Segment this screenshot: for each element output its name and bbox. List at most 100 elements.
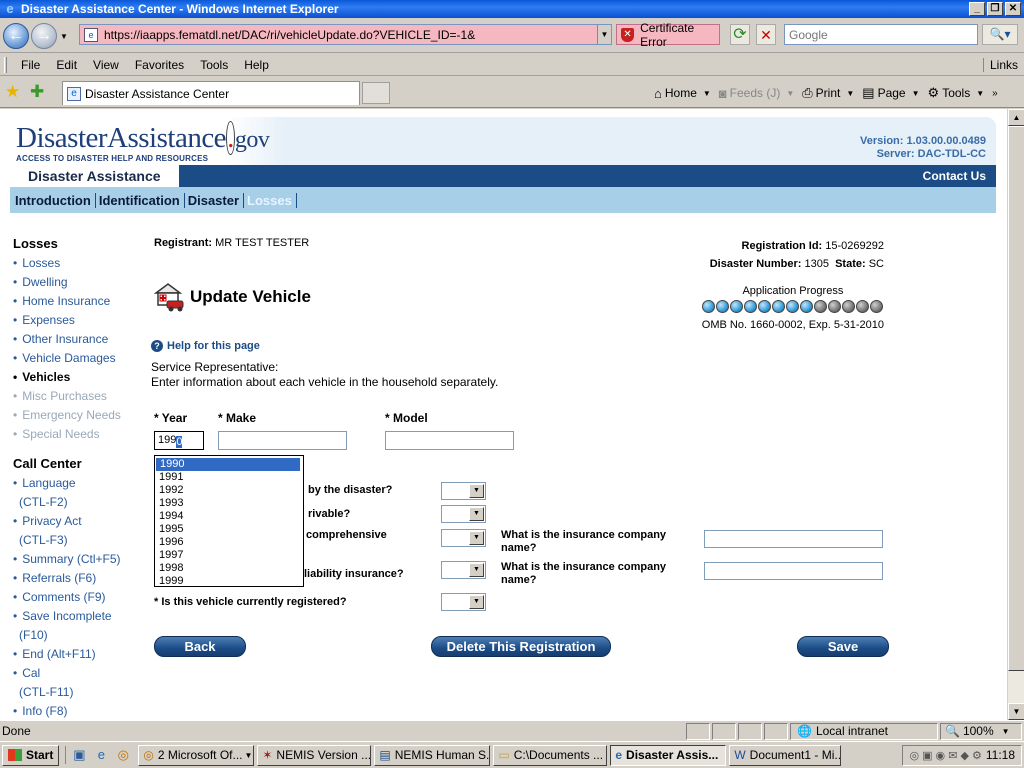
taskbar-item[interactable]: ▭ C:\Documents ... [493,744,608,766]
new-tab-button[interactable] [362,82,390,104]
step-losses[interactable]: Losses [247,192,297,208]
back-button[interactable]: Back [154,636,246,657]
call-center-shortcut[interactable]: (CTL-F3) [13,533,141,552]
chevron-down-icon[interactable]: ▼ [703,89,711,98]
history-dropdown-icon[interactable]: ▼ [60,32,68,41]
scroll-down-button[interactable]: ▼ [1008,703,1024,720]
security-zone[interactable]: 🌐 Local intranet [790,722,938,740]
taskbar-item[interactable]: W Document1 - Mi... [729,744,842,766]
make-input[interactable] [218,431,347,450]
call-center-nav-item[interactable]: • Privacy Act [13,514,141,533]
call-center-nav-item[interactable]: • Language [13,476,141,495]
call-center-nav-item[interactable]: • Save Incomplete [13,609,141,628]
registered-select[interactable]: ▼ [441,593,486,611]
delete-registration-button[interactable]: Delete This Registration [431,636,611,657]
help-link[interactable]: ? Help for this page [151,340,260,352]
step-identification[interactable]: Identification [99,192,185,208]
menu-edit[interactable]: Edit [48,58,85,72]
stop-button[interactable]: ✕ [756,24,776,45]
more-chevron-button[interactable]: » [988,83,1002,103]
call-center-shortcut[interactable]: (F10) [13,628,141,647]
back-nav-button[interactable]: ← [3,23,29,49]
model-input[interactable] [385,431,514,450]
call-center-nav-item[interactable]: • Info (F8) [13,704,141,720]
menu-file[interactable]: File [13,58,48,72]
call-center-nav-item[interactable]: • End (Alt+F11) [13,647,141,666]
clock[interactable]: 11:18 [986,748,1015,762]
year-combobox[interactable]: 1990 [154,431,204,450]
zoom-control[interactable]: 🔍 100% ▼ [940,722,1022,740]
liability-insurance-company-input[interactable] [704,562,883,580]
year-option[interactable]: 1992 [155,484,303,497]
ie-icon[interactable]: e [92,746,110,764]
outlook-icon[interactable]: ◎ [114,746,132,764]
chevron-down-icon[interactable]: ▼ [786,89,794,98]
losses-nav-item[interactable]: • Other Insurance [13,332,141,351]
taskbar-item-active[interactable]: e Disaster Assis... [610,744,727,766]
step-disaster[interactable]: Disaster [188,192,245,208]
year-option[interactable]: 1998 [155,562,303,575]
certificate-error-button[interactable]: ✕ Certificate Error [616,21,720,49]
page-menu-button[interactable]: ▤ Page ▼ [858,83,923,103]
step-introduction[interactable]: Introduction [15,192,96,208]
call-center-nav-item[interactable]: • Comments (F9) [13,590,141,609]
add-favorite-icon[interactable]: ✚ [30,83,44,101]
menu-favorites[interactable]: Favorites [127,58,192,72]
start-button[interactable]: Start [2,744,60,766]
year-option[interactable]: 1995 [155,523,303,536]
liability-select[interactable]: ▼ [441,561,486,579]
minimize-button[interactable]: _ [969,2,985,16]
call-center-shortcut[interactable]: (CTL-F11) [13,685,141,704]
year-option[interactable]: 1999 [155,575,303,588]
menu-view[interactable]: View [85,58,127,72]
taskbar-item[interactable]: ◎ 2 Microsoft Of... ▼ [138,744,255,766]
maximize-button[interactable]: ❐ [987,2,1003,16]
comprehensive-insurance-company-input[interactable] [704,530,883,548]
losses-nav-item[interactable]: • Losses [13,256,141,275]
year-option[interactable]: 1997 [155,549,303,562]
close-button[interactable]: ✕ [1005,2,1021,16]
call-center-nav-item[interactable]: • Referrals (F6) [13,571,141,590]
year-dropdown-list[interactable]: 1990 1991 1992 1993 1994 1995 1996 1997 1998 1999 [154,455,304,587]
chevron-down-icon[interactable]: ▼ [846,89,854,98]
forward-nav-button[interactable]: → [31,23,57,49]
feeds-button[interactable]: ◙ Feeds (J) ▼ [715,83,798,103]
search-input[interactable]: Google [784,24,978,45]
call-center-nav-item[interactable]: • Summary (Ctl+F5) [13,552,141,571]
contact-us-link[interactable]: Contact Us [923,169,986,183]
search-button[interactable]: 🔍▾ [982,24,1018,45]
scroll-up-button[interactable]: ▲ [1008,109,1024,126]
tray-icons[interactable]: ◎ ▣ ◉ ✉ ◆ ⚙ [909,749,981,762]
losses-nav-item[interactable]: • Expenses [13,313,141,332]
drivable-select[interactable]: ▼ [441,505,486,523]
home-button[interactable]: ⌂ Home ▼ [650,83,715,103]
save-button[interactable]: Save [797,636,889,657]
losses-nav-item[interactable]: • Vehicle Damages [13,351,141,370]
tools-menu-button[interactable]: ⚙ Tools ▼ [924,83,989,103]
address-bar[interactable]: e https://iaapps.fematdl.net/DAC/ri/vehi… [79,24,612,45]
chevron-down-icon[interactable]: ▼ [912,89,920,98]
disaster-assistance-tab[interactable]: Disaster Assistance [10,165,179,187]
address-dropdown-icon[interactable]: ▼ [597,25,611,44]
browser-tab[interactable]: e Disaster Assistance Center [62,81,360,105]
print-button[interactable]: ⎙ Print ▼ [798,83,858,103]
site-logo[interactable]: DisasterAssistance.gov ACCESS TO DISASTE… [16,121,270,163]
year-option[interactable]: 1991 [155,471,303,484]
menu-help[interactable]: Help [236,58,277,72]
desktop-icon[interactable]: ▣ [70,746,88,764]
chevron-down-icon[interactable]: ▼ [976,89,984,98]
refresh-button[interactable]: ⟳ [730,24,750,45]
call-center-shortcut[interactable]: (CTL-F2) [13,495,141,514]
losses-nav-item[interactable]: • Home Insurance [13,294,141,313]
taskbar-item[interactable]: ▤ NEMIS Human S... [374,744,491,766]
menu-tools[interactable]: Tools [192,58,236,72]
links-toolbar[interactable]: Links [982,57,1024,72]
year-option[interactable]: 1994 [155,510,303,523]
taskbar-item[interactable]: ✶ NEMIS Version ... [257,744,372,766]
year-option[interactable]: 1990 [156,458,300,471]
call-center-nav-item[interactable]: • Cal [13,666,141,685]
vertical-scrollbar[interactable]: ▲ ▼ [1007,109,1024,720]
comprehensive-select[interactable]: ▼ [441,529,486,547]
favorites-star-icon[interactable]: ★ [5,83,20,101]
damaged-select[interactable]: ▼ [441,482,486,500]
